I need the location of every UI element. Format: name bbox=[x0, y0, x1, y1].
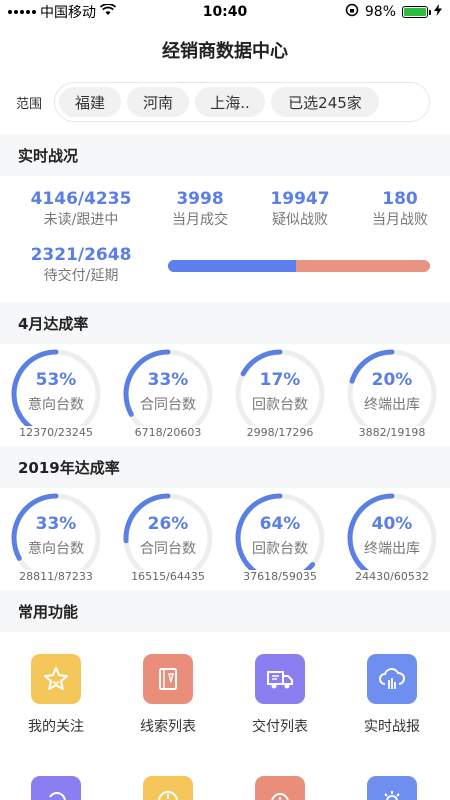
ring-label: 意向台数 bbox=[28, 541, 84, 557]
ring-ratio: 28811/87233 bbox=[4, 570, 108, 583]
achievement-ring[interactable]: 20% 终端出库 3882/19198 bbox=[340, 348, 444, 440]
scope-chip-fujian[interactable]: 福建 bbox=[59, 87, 121, 117]
achievement-ring[interactable]: 64% 回款台数 37618/59035 bbox=[228, 492, 332, 584]
ring-label: 终端出库 bbox=[364, 541, 420, 557]
ring-percent: 40% bbox=[371, 514, 413, 534]
april-section-title: 4月达成率 bbox=[0, 302, 450, 344]
year-section-title: 2019年达成率 bbox=[0, 446, 450, 488]
realtime-section-title: 实时战况 bbox=[0, 134, 450, 176]
stat-label: 待交付/延期 bbox=[43, 268, 119, 284]
rotation-lock-icon bbox=[345, 3, 359, 21]
notebook-icon bbox=[143, 654, 193, 704]
ring-label: 终端出库 bbox=[364, 397, 420, 413]
charging-icon bbox=[434, 4, 442, 20]
achievement-ring[interactable]: 53% 意向台数 12370/23245 bbox=[4, 348, 108, 440]
progress-fill bbox=[168, 260, 297, 272]
stat-label: 未读/跟进中 bbox=[43, 212, 119, 228]
stat-value: 4146/4235 bbox=[30, 189, 132, 209]
achievement-ring[interactable]: 33% 意向台数 28811/87233 bbox=[4, 492, 108, 584]
battery-icon bbox=[402, 6, 431, 18]
stat-label: 疑似战败 bbox=[272, 212, 328, 228]
stat-unread-following[interactable]: 4146/4235 未读/跟进中 bbox=[26, 188, 136, 230]
status-time: 10:40 bbox=[202, 4, 248, 20]
stat-label: 当月战败 bbox=[372, 212, 428, 228]
signal-icon bbox=[8, 10, 36, 14]
func-label: 实时战报 bbox=[364, 719, 420, 735]
wifi-icon bbox=[99, 3, 117, 20]
stat-value: 2321/2648 bbox=[30, 245, 132, 265]
stat-value: 3998 bbox=[176, 189, 224, 209]
ring-percent: 20% bbox=[371, 370, 413, 390]
page-title: 经销商数据中心 bbox=[162, 41, 288, 62]
func-label: 我的关注 bbox=[28, 719, 84, 735]
ring-percent: 53% bbox=[35, 370, 77, 390]
func-my-follow[interactable]: 我的关注 bbox=[0, 654, 112, 736]
achievement-ring[interactable]: 17% 回款台数 2998/17296 bbox=[228, 348, 332, 440]
ring-ratio: 3882/19198 bbox=[340, 426, 444, 439]
ring-percent: 26% bbox=[147, 514, 189, 534]
ring-ratio: 37618/59035 bbox=[228, 570, 332, 583]
achievement-ring[interactable]: 33% 合同台数 6718/20603 bbox=[116, 348, 220, 440]
scope-chip-shanghai[interactable]: 上海.. bbox=[195, 87, 265, 117]
scope-chip-selected-count[interactable]: 已选245家 bbox=[271, 87, 379, 117]
ring-percent: 17% bbox=[259, 370, 301, 390]
refresh-icon[interactable] bbox=[31, 776, 81, 800]
battery-percent: 98% bbox=[364, 4, 396, 20]
stat-month-deals[interactable]: 3998 当月成交 bbox=[145, 188, 255, 230]
ring-ratio: 24430/60532 bbox=[340, 570, 444, 583]
stat-suspected-defeat[interactable]: 19947 疑似战败 bbox=[245, 188, 355, 230]
star-icon bbox=[31, 654, 81, 704]
achievement-ring[interactable]: 26% 合同台数 16515/64435 bbox=[116, 492, 220, 584]
gear-icon[interactable] bbox=[367, 776, 417, 800]
carrier-name: 中国移动 bbox=[40, 5, 96, 21]
stat-label: 当月成交 bbox=[172, 212, 228, 228]
func-realtime-report[interactable]: 实时战报 bbox=[336, 654, 448, 736]
achievement-ring[interactable]: 40% 终端出库 24430/60532 bbox=[340, 492, 444, 584]
truck-icon bbox=[255, 654, 305, 704]
status-bar: 中国移动 10:40 98% bbox=[0, 0, 450, 24]
ring-ratio: 2998/17296 bbox=[228, 426, 332, 439]
func-delivery-list[interactable]: 交付列表 bbox=[224, 654, 336, 736]
stat-month-defeat[interactable]: 180 当月战败 bbox=[345, 188, 450, 230]
alarm-icon[interactable] bbox=[255, 776, 305, 800]
scope-selector[interactable]: 福建 河南 上海.. 已选245家 bbox=[54, 82, 430, 122]
ring-label: 回款台数 bbox=[252, 541, 308, 557]
cloud-report-icon bbox=[367, 654, 417, 704]
ring-percent: 33% bbox=[147, 370, 189, 390]
compass-icon[interactable] bbox=[143, 776, 193, 800]
ring-ratio: 6718/20603 bbox=[116, 426, 220, 439]
stat-pending-delivery[interactable]: 2321/2648 待交付/延期 bbox=[26, 244, 136, 286]
ring-label: 意向台数 bbox=[28, 397, 84, 413]
ring-percent: 33% bbox=[35, 514, 77, 534]
scope-chip-henan[interactable]: 河南 bbox=[127, 87, 189, 117]
ring-label: 合同台数 bbox=[140, 541, 196, 557]
scope-label: 范围 bbox=[16, 96, 43, 112]
stat-value: 19947 bbox=[270, 189, 330, 209]
ring-label: 合同台数 bbox=[140, 397, 196, 413]
func-lead-list[interactable]: 线索列表 bbox=[112, 654, 224, 736]
stat-value: 180 bbox=[382, 189, 418, 209]
ring-ratio: 12370/23245 bbox=[4, 426, 108, 439]
scope-row: 范围 福建 河南 上海.. 已选245家 bbox=[0, 80, 450, 124]
functions-section-title: 常用功能 bbox=[0, 590, 450, 632]
delivery-progress-bar bbox=[168, 260, 430, 272]
func-label: 交付列表 bbox=[252, 719, 308, 735]
ring-ratio: 16515/64435 bbox=[116, 570, 220, 583]
ring-label: 回款台数 bbox=[252, 397, 308, 413]
ring-percent: 64% bbox=[259, 514, 301, 534]
func-label: 线索列表 bbox=[140, 719, 196, 735]
